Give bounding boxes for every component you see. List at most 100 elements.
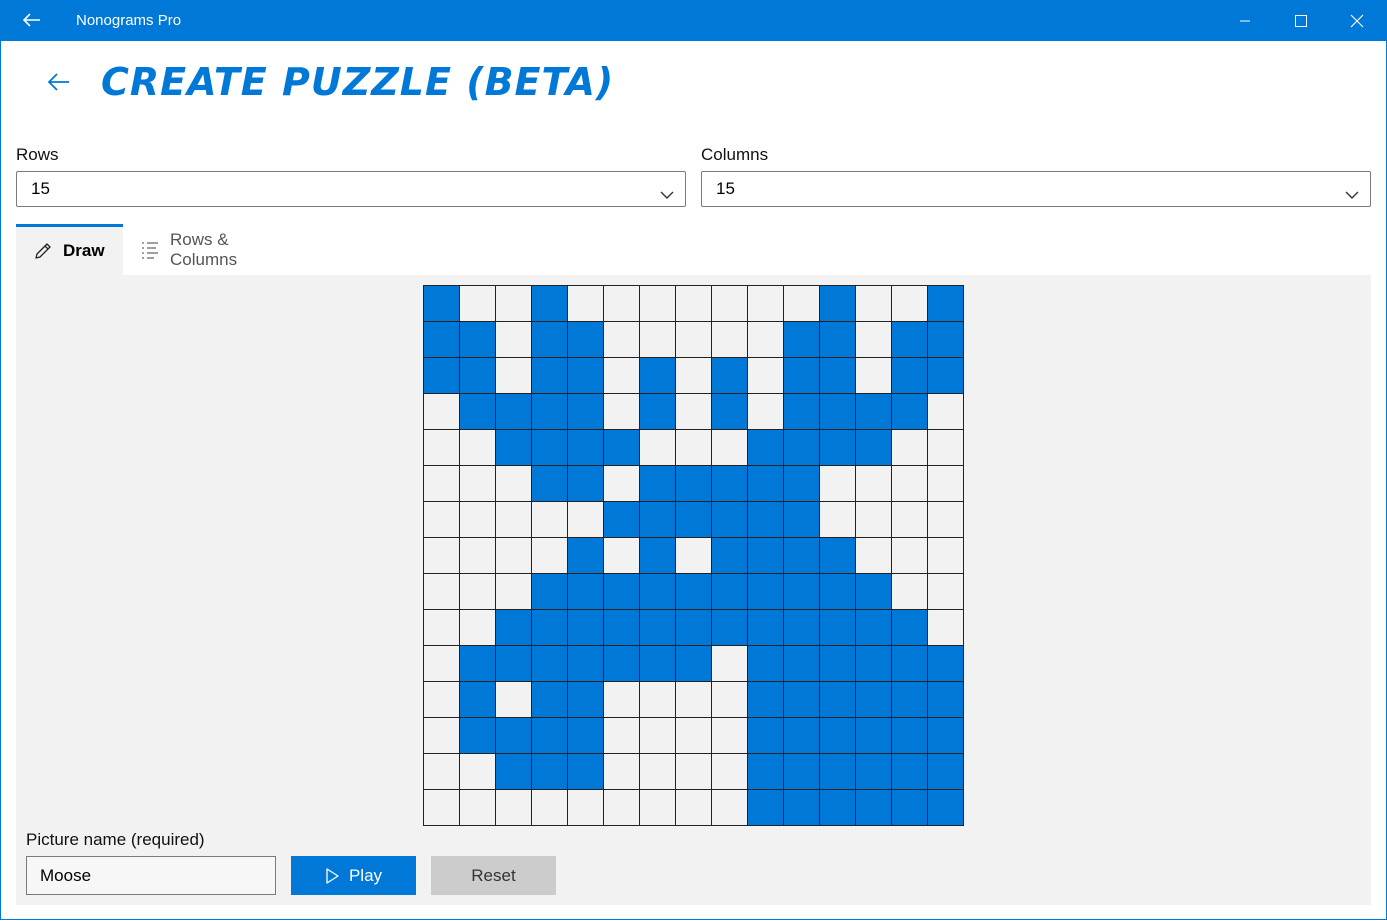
grid-cell-r7-c15[interactable] <box>928 502 964 538</box>
grid-cell-r15-c2[interactable] <box>460 790 496 826</box>
nonogram-grid[interactable] <box>423 285 964 826</box>
close-button[interactable] <box>1329 0 1385 41</box>
grid-cell-r8-c8[interactable] <box>676 538 712 574</box>
grid-cell-r11-c3[interactable] <box>496 646 532 682</box>
grid-cell-r4-c9[interactable] <box>712 394 748 430</box>
columns-select[interactable]: 15 <box>701 171 1371 207</box>
grid-cell-r12-c5[interactable] <box>568 682 604 718</box>
grid-cell-r4-c5[interactable] <box>568 394 604 430</box>
grid-cell-r6-c3[interactable] <box>496 466 532 502</box>
grid-cell-r5-c14[interactable] <box>892 430 928 466</box>
rows-select[interactable]: 15 <box>16 171 686 207</box>
maximize-button[interactable] <box>1273 0 1329 41</box>
grid-cell-r5-c8[interactable] <box>676 430 712 466</box>
grid-cell-r10-c2[interactable] <box>460 610 496 646</box>
grid-cell-r10-c11[interactable] <box>784 610 820 646</box>
play-button[interactable]: Play <box>291 856 416 895</box>
grid-cell-r5-c12[interactable] <box>820 430 856 466</box>
grid-cell-r6-c14[interactable] <box>892 466 928 502</box>
grid-cell-r13-c12[interactable] <box>820 718 856 754</box>
grid-cell-r11-c11[interactable] <box>784 646 820 682</box>
grid-cell-r6-c4[interactable] <box>532 466 568 502</box>
grid-cell-r1-c14[interactable] <box>892 286 928 322</box>
grid-cell-r13-c7[interactable] <box>640 718 676 754</box>
grid-cell-r9-c10[interactable] <box>748 574 784 610</box>
grid-cell-r14-c8[interactable] <box>676 754 712 790</box>
grid-cell-r15-c11[interactable] <box>784 790 820 826</box>
grid-cell-r9-c7[interactable] <box>640 574 676 610</box>
grid-cell-r5-c7[interactable] <box>640 430 676 466</box>
grid-cell-r12-c1[interactable] <box>424 682 460 718</box>
grid-cell-r12-c15[interactable] <box>928 682 964 718</box>
reset-button[interactable]: Reset <box>431 856 556 895</box>
grid-cell-r10-c13[interactable] <box>856 610 892 646</box>
grid-cell-r8-c5[interactable] <box>568 538 604 574</box>
grid-cell-r12-c13[interactable] <box>856 682 892 718</box>
grid-cell-r1-c1[interactable] <box>424 286 460 322</box>
grid-cell-r11-c8[interactable] <box>676 646 712 682</box>
grid-cell-r15-c6[interactable] <box>604 790 640 826</box>
grid-cell-r11-c1[interactable] <box>424 646 460 682</box>
grid-cell-r3-c8[interactable] <box>676 358 712 394</box>
grid-cell-r6-c10[interactable] <box>748 466 784 502</box>
grid-cell-r14-c9[interactable] <box>712 754 748 790</box>
grid-cell-r11-c6[interactable] <box>604 646 640 682</box>
grid-cell-r14-c13[interactable] <box>856 754 892 790</box>
grid-cell-r7-c3[interactable] <box>496 502 532 538</box>
grid-cell-r12-c14[interactable] <box>892 682 928 718</box>
grid-cell-r8-c2[interactable] <box>460 538 496 574</box>
grid-cell-r6-c6[interactable] <box>604 466 640 502</box>
grid-cell-r2-c5[interactable] <box>568 322 604 358</box>
grid-cell-r3-c11[interactable] <box>784 358 820 394</box>
back-arrow-icon[interactable] <box>18 7 46 33</box>
tab-rows-columns[interactable]: Rows & Columns <box>140 224 237 275</box>
grid-cell-r1-c10[interactable] <box>748 286 784 322</box>
grid-cell-r7-c5[interactable] <box>568 502 604 538</box>
grid-cell-r7-c12[interactable] <box>820 502 856 538</box>
grid-cell-r7-c10[interactable] <box>748 502 784 538</box>
grid-cell-r3-c5[interactable] <box>568 358 604 394</box>
grid-cell-r10-c10[interactable] <box>748 610 784 646</box>
grid-cell-r6-c2[interactable] <box>460 466 496 502</box>
grid-cell-r5-c9[interactable] <box>712 430 748 466</box>
grid-cell-r15-c10[interactable] <box>748 790 784 826</box>
grid-cell-r9-c8[interactable] <box>676 574 712 610</box>
grid-cell-r5-c1[interactable] <box>424 430 460 466</box>
grid-cell-r5-c15[interactable] <box>928 430 964 466</box>
grid-cell-r12-c12[interactable] <box>820 682 856 718</box>
grid-cell-r10-c12[interactable] <box>820 610 856 646</box>
grid-cell-r1-c4[interactable] <box>532 286 568 322</box>
grid-cell-r11-c4[interactable] <box>532 646 568 682</box>
grid-cell-r13-c14[interactable] <box>892 718 928 754</box>
grid-cell-r5-c5[interactable] <box>568 430 604 466</box>
grid-cell-r5-c13[interactable] <box>856 430 892 466</box>
grid-cell-r12-c8[interactable] <box>676 682 712 718</box>
grid-cell-r6-c15[interactable] <box>928 466 964 502</box>
grid-cell-r13-c3[interactable] <box>496 718 532 754</box>
grid-cell-r8-c15[interactable] <box>928 538 964 574</box>
grid-cell-r3-c3[interactable] <box>496 358 532 394</box>
grid-cell-r11-c5[interactable] <box>568 646 604 682</box>
grid-cell-r8-c12[interactable] <box>820 538 856 574</box>
grid-cell-r14-c11[interactable] <box>784 754 820 790</box>
grid-cell-r10-c4[interactable] <box>532 610 568 646</box>
grid-cell-r12-c3[interactable] <box>496 682 532 718</box>
grid-cell-r4-c13[interactable] <box>856 394 892 430</box>
grid-cell-r1-c8[interactable] <box>676 286 712 322</box>
grid-cell-r1-c11[interactable] <box>784 286 820 322</box>
grid-cell-r12-c10[interactable] <box>748 682 784 718</box>
grid-cell-r9-c9[interactable] <box>712 574 748 610</box>
grid-cell-r13-c2[interactable] <box>460 718 496 754</box>
grid-cell-r8-c13[interactable] <box>856 538 892 574</box>
grid-cell-r8-c1[interactable] <box>424 538 460 574</box>
grid-cell-r8-c14[interactable] <box>892 538 928 574</box>
grid-cell-r13-c10[interactable] <box>748 718 784 754</box>
grid-cell-r15-c15[interactable] <box>928 790 964 826</box>
grid-cell-r4-c7[interactable] <box>640 394 676 430</box>
grid-cell-r4-c8[interactable] <box>676 394 712 430</box>
grid-cell-r3-c9[interactable] <box>712 358 748 394</box>
grid-cell-r7-c13[interactable] <box>856 502 892 538</box>
grid-cell-r9-c13[interactable] <box>856 574 892 610</box>
grid-cell-r14-c12[interactable] <box>820 754 856 790</box>
grid-cell-r3-c6[interactable] <box>604 358 640 394</box>
